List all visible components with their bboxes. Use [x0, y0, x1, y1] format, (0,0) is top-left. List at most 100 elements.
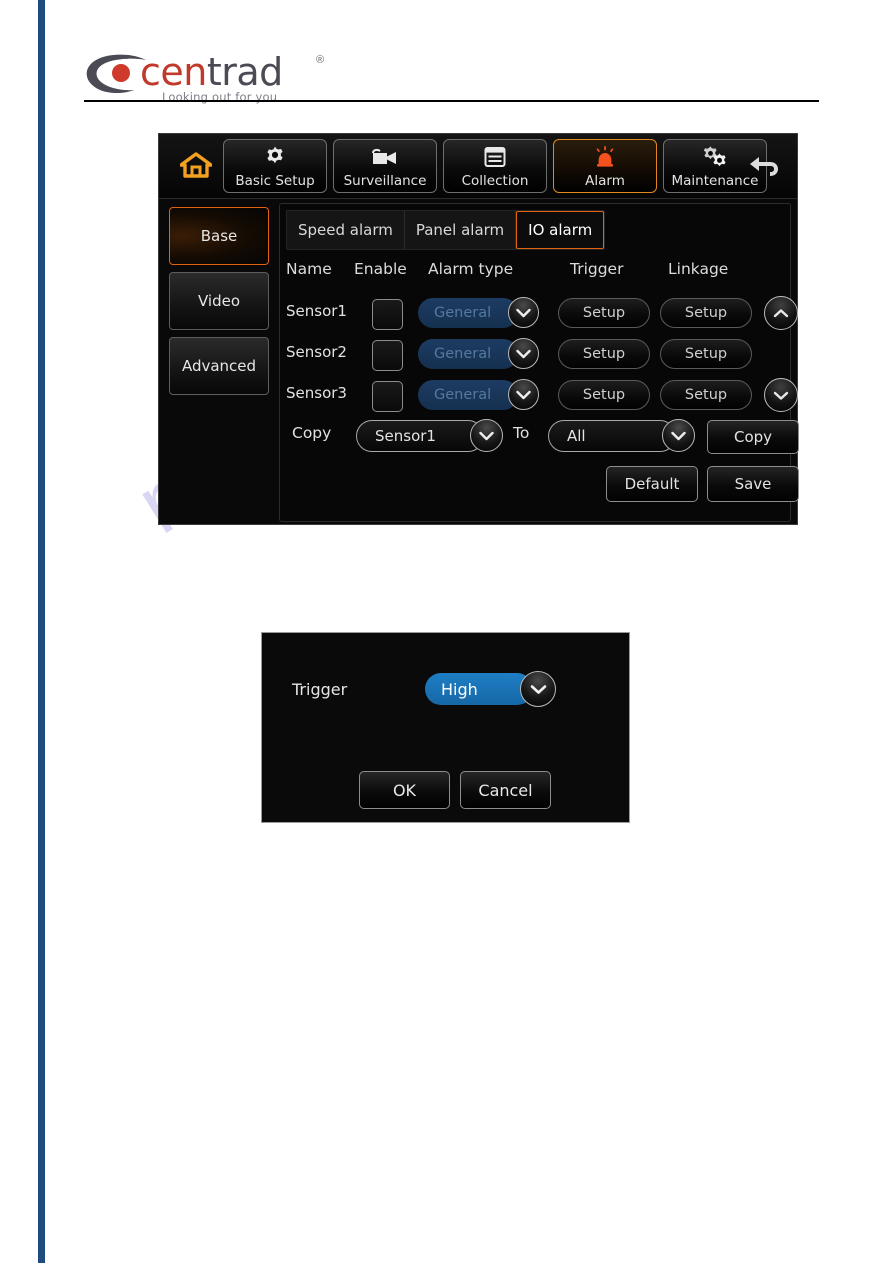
- alarm-type-value: General: [434, 387, 492, 403]
- alarm-type-dropdown-button[interactable]: [508, 297, 539, 328]
- column-header-trigger: Trigger: [570, 260, 624, 278]
- brand-word-trad: trad: [206, 50, 283, 94]
- tab-speed-alarm[interactable]: Speed alarm: [287, 211, 405, 249]
- sidebar-item-base[interactable]: Base: [169, 207, 269, 265]
- linkage-setup-button[interactable]: Setup: [660, 339, 752, 369]
- tab-panel-alarm[interactable]: Panel alarm: [405, 211, 517, 249]
- button-label: Setup: [684, 305, 728, 321]
- chevron-down-icon: [516, 390, 531, 399]
- dialog-ok-button[interactable]: OK: [359, 771, 450, 809]
- chevron-down-icon: [516, 349, 531, 358]
- tab-label: Speed alarm: [298, 221, 393, 239]
- dialog-cancel-button[interactable]: Cancel: [460, 771, 551, 809]
- tab-io-alarm[interactable]: IO alarm: [516, 211, 605, 249]
- copy-source-value: Sensor1: [375, 427, 436, 445]
- alarm-type-select[interactable]: General: [418, 380, 518, 410]
- nav-tab-label: Surveillance: [343, 173, 427, 189]
- copy-label: Copy: [292, 424, 332, 442]
- sidebar-item-advanced[interactable]: Advanced: [169, 337, 269, 395]
- nav-tab-label: Basic Setup: [235, 173, 315, 189]
- linkage-setup-button[interactable]: Setup: [660, 380, 752, 410]
- sidebar-item-label: Video: [197, 292, 241, 310]
- tab-label: IO alarm: [528, 221, 593, 239]
- alarm-type-dropdown-button[interactable]: [508, 379, 539, 410]
- dialog-trigger-value: High: [441, 679, 478, 699]
- trigger-setup-button[interactable]: Setup: [558, 380, 650, 410]
- alarm-content-area: Speed alarm Panel alarm IO alarm Name En…: [279, 203, 799, 522]
- chevron-up-icon: [773, 308, 789, 317]
- default-button[interactable]: Default: [606, 466, 698, 502]
- nav-tab-collection[interactable]: Collection: [443, 139, 547, 193]
- button-label: Setup: [684, 387, 728, 403]
- table-row: Sensor1 General Setup Setup: [280, 294, 798, 335]
- linkage-setup-button[interactable]: Setup: [660, 298, 752, 328]
- button-label: Save: [734, 475, 772, 493]
- gear-icon: [263, 144, 287, 170]
- registered-mark: ®: [316, 54, 325, 66]
- chevron-down-icon: [530, 684, 546, 694]
- nav-tab-alarm[interactable]: Alarm: [553, 139, 657, 193]
- table-row: Sensor2 General Setup Setup: [280, 335, 790, 376]
- dialog-trigger-select[interactable]: High: [425, 673, 533, 705]
- page-left-rule: [38, 0, 45, 1263]
- button-label: Setup: [582, 346, 626, 362]
- trigger-dialog: Trigger High OK Cancel: [261, 632, 630, 823]
- scroll-up-button[interactable]: [764, 296, 798, 330]
- nav-tab-list: Basic Setup Surveillance Collection Alar…: [223, 139, 767, 193]
- button-label: Cancel: [478, 780, 533, 800]
- sensor-name: Sensor1: [286, 302, 347, 320]
- enable-checkbox[interactable]: [372, 381, 403, 412]
- enable-checkbox[interactable]: [372, 340, 403, 371]
- table-row: Sensor3 General Setup Setup: [280, 376, 798, 417]
- chevron-down-icon: [671, 431, 686, 440]
- dialog-trigger-label: Trigger: [292, 680, 348, 699]
- alarm-type-select[interactable]: General: [418, 298, 518, 328]
- sensor-name: Sensor2: [286, 343, 347, 361]
- button-label: Default: [624, 475, 680, 493]
- home-button[interactable]: [173, 143, 219, 187]
- panel-body: Base Video Advanced Speed alarm Panel al…: [159, 199, 799, 526]
- button-label: OK: [392, 780, 417, 800]
- trigger-setup-button[interactable]: Setup: [558, 339, 650, 369]
- enable-checkbox[interactable]: [372, 299, 403, 330]
- save-button[interactable]: Save: [707, 466, 799, 502]
- alarm-type-dropdown-button[interactable]: [508, 338, 539, 369]
- nav-tab-label: Alarm: [585, 173, 625, 189]
- scroll-down-button[interactable]: [764, 378, 798, 412]
- column-header-alarm-type: Alarm type: [428, 260, 514, 278]
- chevron-down-icon: [516, 308, 531, 317]
- column-header-linkage: Linkage: [668, 260, 729, 278]
- copy-source-dropdown-button[interactable]: [470, 419, 503, 452]
- dialog-trigger-dropdown-button[interactable]: [520, 671, 556, 707]
- copy-target-select[interactable]: All: [548, 420, 676, 452]
- alarm-sub-tabs: Speed alarm Panel alarm IO alarm: [286, 210, 606, 250]
- sidebar-item-video[interactable]: Video: [169, 272, 269, 330]
- copy-source-select[interactable]: Sensor1: [356, 420, 484, 452]
- brand-row: centrad ® Looking out for you: [84, 50, 819, 104]
- back-arrow-icon: [750, 157, 778, 176]
- nav-tab-label: Collection: [461, 173, 529, 189]
- brand-divider: [84, 100, 819, 102]
- column-header-name: Name: [286, 260, 332, 278]
- sidebar-item-label: Base: [200, 227, 238, 245]
- trigger-setup-button[interactable]: Setup: [558, 298, 650, 328]
- chevron-down-icon: [773, 391, 789, 400]
- siren-icon: [592, 144, 618, 170]
- copy-button[interactable]: Copy: [707, 420, 799, 454]
- column-header-enable: Enable: [354, 260, 407, 278]
- device-ui-panel: Basic Setup Surveillance Collection Alar…: [158, 133, 799, 526]
- double-gear-icon: [701, 144, 729, 170]
- back-button[interactable]: [741, 144, 789, 188]
- nav-tab-surveillance[interactable]: Surveillance: [333, 139, 437, 193]
- device-nav-bar: Basic Setup Surveillance Collection Alar…: [159, 134, 797, 199]
- copy-target-dropdown-button[interactable]: [662, 419, 695, 452]
- brand-header: centrad ® Looking out for you: [84, 50, 819, 104]
- camcorder-icon: [371, 144, 399, 170]
- chevron-down-icon: [479, 431, 494, 440]
- button-label: Setup: [582, 387, 626, 403]
- nav-tab-basic-setup[interactable]: Basic Setup: [223, 139, 327, 193]
- alarm-type-select[interactable]: General: [418, 339, 518, 369]
- sidebar-item-label: Advanced: [181, 357, 257, 375]
- home-icon: [180, 152, 212, 178]
- alarm-type-value: General: [434, 305, 492, 321]
